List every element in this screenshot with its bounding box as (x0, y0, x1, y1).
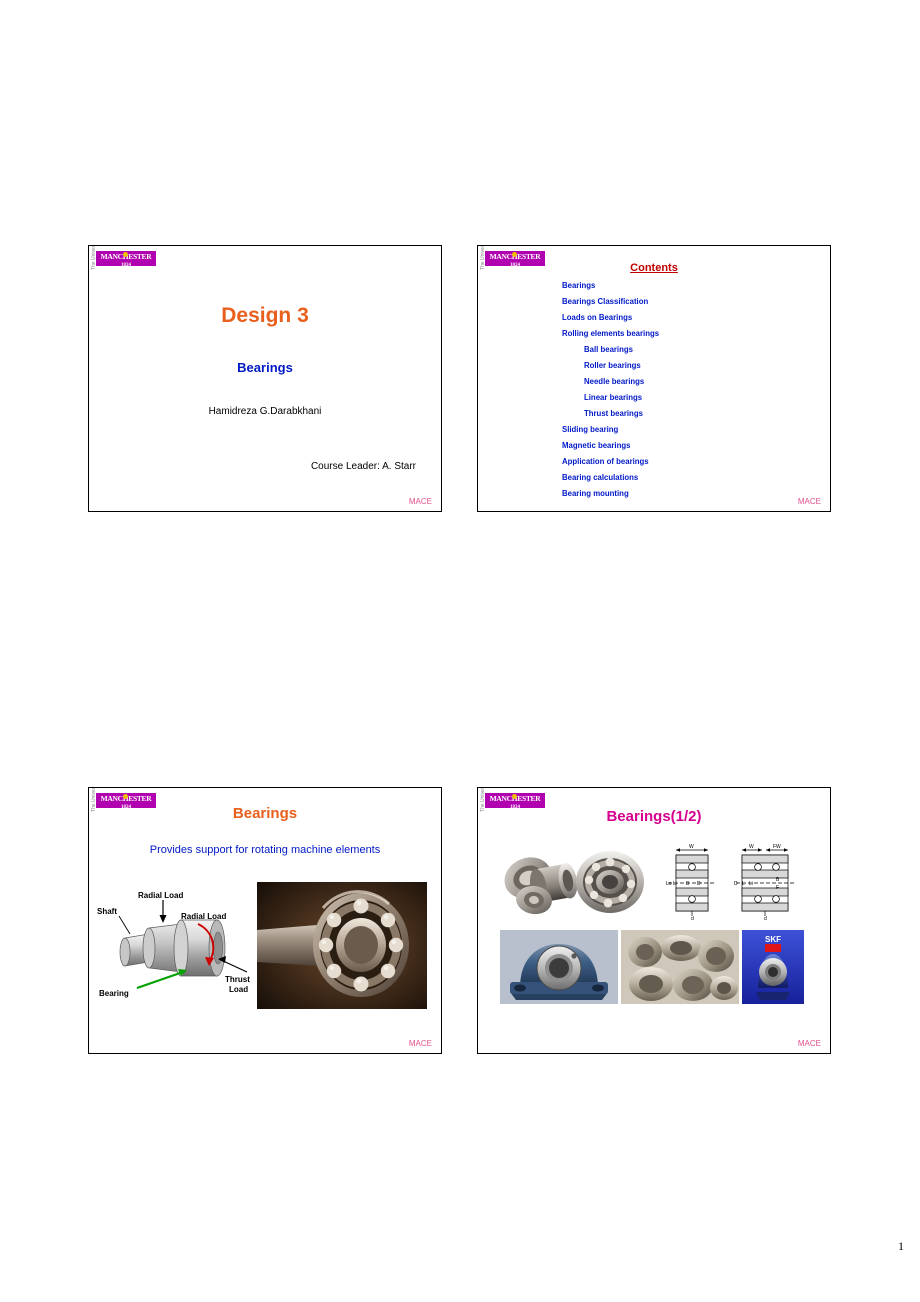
svg-text:Shaft: Shaft (97, 907, 117, 916)
bearing-photo-row: SKF (500, 930, 804, 1004)
list-item[interactable]: Loads on Bearings (562, 310, 802, 326)
slide-title-text: Design 3 (221, 304, 309, 327)
shaft-bearing-diagram: Radial Load Radial Load Shaft Bearing Th… (97, 876, 267, 1006)
svg-text:Radial Load: Radial Load (181, 912, 226, 921)
svg-text:B: B (686, 881, 690, 887)
manchester-logo: MANCHESTER 1824 (96, 251, 156, 266)
svg-text:SKF: SKF (765, 935, 781, 944)
university-vertical-text: The University of Manchester (91, 246, 97, 270)
page-number: 1 (898, 1239, 904, 1253)
list-item[interactable]: Bearing mounting (562, 486, 802, 502)
skf-bearing-unit-photo: SKF (742, 930, 804, 1004)
author-text: Hamidreza G.Darabkhani (208, 406, 322, 417)
list-item[interactable]: Linear bearings (562, 390, 802, 406)
mace-footer: MACE (797, 1039, 821, 1048)
slide-title: MANCHESTER 1824 The University of Manche… (88, 245, 442, 512)
slide-title-text: Bearings(1/2) (606, 808, 702, 825)
svg-text:Thrust: Thrust (225, 975, 250, 984)
svg-text:d: d (691, 916, 694, 922)
bearing-photograph (257, 882, 427, 1009)
course-leader-text: Course Leader: A. Starr (310, 461, 416, 472)
pillow-block-bearing-photo (500, 930, 618, 1004)
svg-text:W: W (749, 844, 754, 850)
svg-text:d: d (764, 916, 767, 922)
svg-text:Load: Load (229, 985, 248, 994)
logo-dot-icon (123, 252, 128, 257)
list-item[interactable]: Needle bearings (562, 374, 802, 390)
slide-contents: MANCHESTER 1824 The University of Manche… (477, 245, 831, 512)
logo-dot-icon (123, 794, 128, 799)
svg-text:F: F (776, 885, 779, 891)
slide-bearings: MANCHESTER 1824 The University of Manche… (88, 787, 442, 1054)
list-item[interactable]: Roller bearings (562, 358, 802, 374)
list-item[interactable]: Sliding bearing (562, 422, 802, 438)
slide-subtitle-text: Provides support for rotating machine el… (149, 844, 381, 856)
list-item[interactable]: Bearings (562, 278, 802, 294)
contents-list: Bearings Bearings Classification Loads o… (562, 278, 802, 502)
list-item[interactable]: Bearing calculations (562, 470, 802, 486)
manchester-logo: MANCHESTER 1824 (485, 793, 545, 808)
svg-text:L: L (742, 881, 745, 887)
mace-footer: MACE (408, 497, 432, 506)
list-item[interactable]: Magnetic bearings (562, 438, 802, 454)
slide-bearings-1-of-2: MANCHESTER 1824 The University of Manche… (477, 787, 831, 1054)
bearings-group-photograph (500, 842, 660, 920)
list-item[interactable]: Application of bearings (562, 454, 802, 470)
svg-text:D: D (734, 881, 738, 887)
list-item[interactable]: Ball bearings (562, 342, 802, 358)
logo-dot-icon (512, 794, 517, 799)
logo-dot-icon (512, 252, 517, 257)
svg-text:Lo Li: Lo Li (666, 881, 677, 887)
svg-text:Li: Li (749, 881, 753, 887)
assorted-bearings-photo (621, 930, 739, 1004)
contents-heading: Contents (630, 262, 678, 274)
svg-text:FW: FW (773, 844, 781, 850)
svg-text:D: D (697, 881, 701, 887)
slide-subtitle-text: Bearings (237, 360, 293, 375)
svg-text:Bearing: Bearing (99, 989, 129, 998)
list-item[interactable]: Rolling elements bearings (562, 326, 802, 342)
svg-text:W: W (689, 844, 694, 850)
mace-footer: MACE (797, 497, 821, 506)
slide-title-text: Bearings (232, 805, 298, 822)
list-item[interactable]: Thrust bearings (562, 406, 802, 422)
bearing-dimension-drawings: W Lo Li B D d W FW D L Li B F d (664, 838, 804, 924)
list-item[interactable]: Bearings Classification (562, 294, 802, 310)
svg-text:Radial Load: Radial Load (138, 891, 183, 900)
mace-footer: MACE (408, 1039, 432, 1048)
